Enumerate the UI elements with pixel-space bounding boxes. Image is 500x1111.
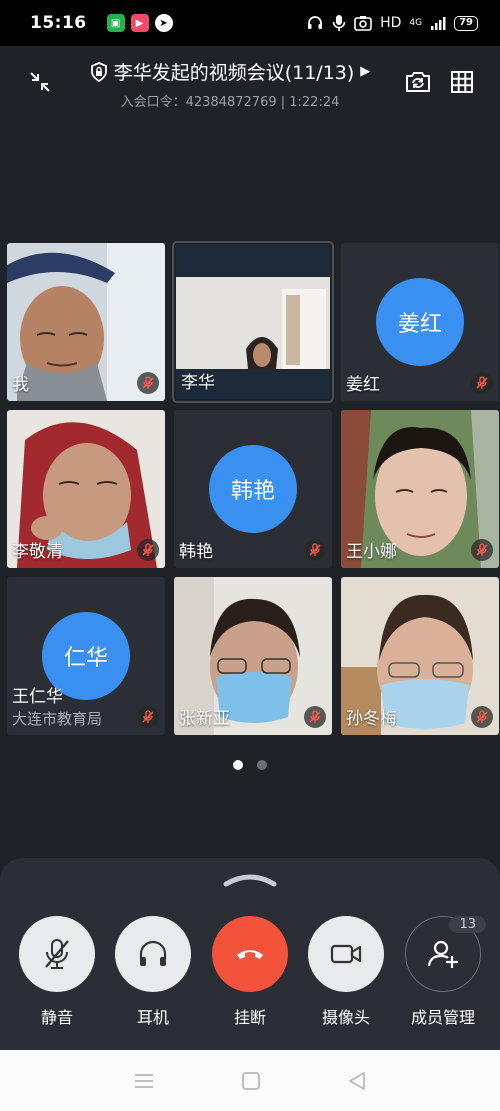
avatar: 韩艳 — [209, 445, 297, 533]
hangup-label: 挂断 — [233, 1008, 266, 1027]
hd-indicator: HD — [380, 15, 402, 31]
page-dot[interactable] — [257, 760, 267, 770]
participant-tile[interactable]: 李华 — [172, 241, 334, 403]
participant-tile[interactable]: 姜红 姜红 — [341, 243, 499, 401]
back-icon[interactable] — [347, 1071, 367, 1091]
network-type: 4G — [409, 17, 423, 28]
headphones-icon — [139, 940, 167, 966]
switch-camera-icon — [406, 72, 430, 92]
participant-name: 我 — [12, 375, 29, 395]
mic-muted-icon — [137, 372, 159, 394]
hangup-button[interactable] — [212, 916, 288, 992]
participant-name: 王仁华 — [12, 687, 63, 707]
meeting-subtitle: 入会口令：42384872769 | 1:22:24 — [120, 95, 340, 110]
status-bar: 15:16 ▣ ▶ ➤ HD 4G 79 — [0, 0, 500, 46]
page-dot-active[interactable] — [233, 760, 243, 770]
status-time: 15:16 — [30, 13, 87, 33]
home-icon[interactable] — [241, 1071, 261, 1091]
participant-name: 李华 — [181, 373, 215, 393]
participant-tile[interactable]: 我 — [7, 243, 165, 401]
participant-tile[interactable]: 张新亚 — [174, 577, 332, 735]
caret-right-icon: ▶ — [360, 64, 371, 79]
menu-icon[interactable] — [133, 1072, 155, 1090]
participant-tile[interactable]: 王小娜 — [341, 410, 499, 568]
mic-muted-icon — [304, 539, 326, 561]
mic-muted-icon — [471, 706, 493, 728]
camera-label: 摄像头 — [321, 1008, 370, 1027]
mute-button[interactable] — [19, 916, 95, 992]
mic-status-icon — [332, 15, 346, 31]
mute-control[interactable]: 静音 — [17, 916, 97, 1028]
participant-org: 大连市教育局 — [12, 710, 103, 728]
video-app-icon: ▶ — [130, 14, 149, 32]
meeting-title-area[interactable]: 李华发起的视频会议(11/13) ▶ 入会口令：42384872769 | 1:… — [80, 58, 380, 110]
hangup-phone-icon — [237, 950, 263, 959]
avatar: 姜红 — [376, 278, 464, 366]
mic-muted-icon — [137, 539, 159, 561]
page-indicator — [0, 760, 500, 770]
participant-tile[interactable]: 韩艳 韩艳 — [174, 410, 332, 568]
control-panel: 静音 耳机 挂断 摄像头 成员管理 13 — [0, 858, 500, 1050]
camera-control[interactable]: 摄像头 — [306, 916, 386, 1028]
notification-icons: ▣ ▶ ➤ — [106, 14, 173, 32]
meeting-title: 李华发起的视频会议(11/13) — [113, 62, 355, 84]
battery-indicator: 79 — [454, 15, 478, 31]
video-camera-icon — [330, 944, 362, 964]
participant-tile[interactable]: 李敬清 — [7, 410, 165, 568]
shield-lock-icon — [90, 61, 107, 82]
participant-name: 韩艳 — [179, 542, 213, 562]
status-right: HD 4G 79 — [306, 14, 478, 32]
grid-view-button[interactable] — [440, 60, 484, 104]
earphone-label: 耳机 — [136, 1008, 169, 1027]
system-nav-bar — [0, 1050, 500, 1111]
participant-name: 王小娜 — [346, 542, 397, 562]
minimize-button[interactable] — [18, 60, 62, 104]
mic-muted-icon — [304, 706, 326, 728]
members-label: 成员管理 — [410, 1008, 475, 1027]
hangup-control[interactable]: 挂断 — [210, 916, 290, 1028]
earphone-button[interactable] — [115, 916, 191, 992]
meeting-header: 李华发起的视频会议(11/13) ▶ 入会口令：42384872769 | 1:… — [0, 46, 500, 126]
participant-name: 姜红 — [346, 375, 380, 395]
earphone-control[interactable]: 耳机 — [113, 916, 193, 1028]
app-notification-icon: ▣ — [106, 14, 125, 32]
camera-status-icon — [354, 16, 372, 31]
participant-name: 孙冬梅 — [346, 709, 397, 729]
camera-button[interactable] — [308, 916, 384, 992]
switch-camera-button[interactable] — [396, 60, 440, 104]
expand-handle-icon[interactable] — [222, 872, 278, 888]
participant-tile[interactable]: 仁华 王仁华 大连市教育局 — [7, 577, 165, 735]
mute-label: 静音 — [40, 1008, 73, 1027]
headset-status-icon — [308, 16, 323, 29]
members-count-badge: 13 — [449, 916, 486, 933]
grid-icon — [451, 71, 473, 93]
signal-icon — [431, 17, 446, 30]
mic-muted-icon — [137, 706, 159, 728]
participant-tile[interactable]: 孙冬梅 — [341, 577, 499, 735]
participant-name: 张新亚 — [179, 709, 230, 729]
mic-muted-icon — [471, 372, 493, 394]
collapse-arrows-icon — [30, 72, 50, 92]
add-member-icon — [427, 940, 458, 968]
mic-off-icon — [45, 939, 69, 969]
location-icon: ➤ — [154, 14, 173, 32]
participant-name: 李敬清 — [12, 542, 63, 562]
mic-muted-icon — [471, 539, 493, 561]
